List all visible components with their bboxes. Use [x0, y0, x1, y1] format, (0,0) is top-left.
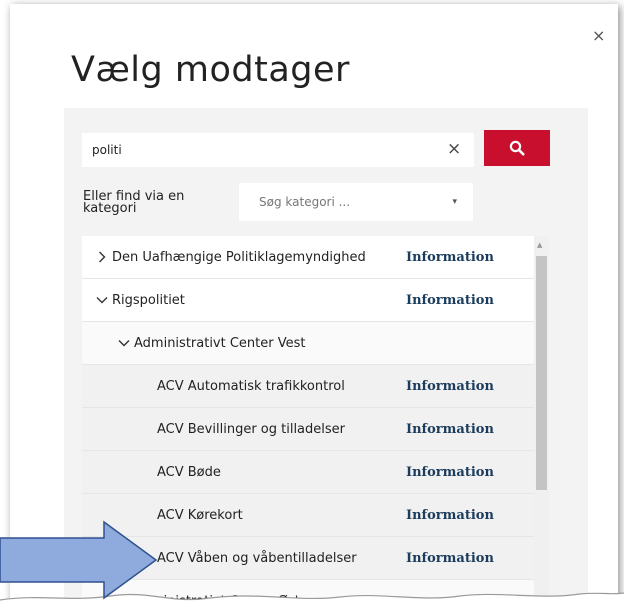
close-icon[interactable]: × [592, 26, 605, 45]
information-link[interactable]: Information [406, 422, 494, 437]
list-item[interactable]: Den Uafhængige Politiklagemyndighed Info… [82, 236, 534, 279]
information-link[interactable]: Information [406, 465, 494, 480]
list-item-label: ACV Våben og våbentilladelser [157, 550, 357, 566]
search-button[interactable] [484, 130, 550, 166]
list-item-label: ACV Kørekort [157, 507, 243, 523]
search-icon [509, 140, 525, 156]
category-placeholder: Søg kategori ... [259, 195, 351, 209]
list-item-label: ACV Automatisk trafikkontrol [157, 378, 345, 394]
list-item-label: Rigspolitiet [112, 292, 185, 308]
list-item[interactable]: ACV Bøde Information [82, 451, 534, 494]
chevron-down-icon [96, 297, 108, 304]
list-item-label: ACV Bevillinger og tilladelser [157, 421, 346, 437]
information-link[interactable]: Information [406, 250, 494, 265]
list-item[interactable]: Administrativt Center Vest [82, 322, 534, 365]
search-input[interactable] [82, 133, 474, 167]
list-item[interactable]: Rigspolitiet Information [82, 279, 534, 322]
information-link[interactable]: Information [406, 293, 494, 308]
pointer-arrow-icon [0, 520, 158, 600]
scrollbar-thumb[interactable] [536, 256, 547, 490]
information-link[interactable]: Information [406, 379, 494, 394]
list-item-label: Den Uafhængige Politiklagemyndighed [112, 249, 366, 265]
category-select[interactable]: Søg kategori ... ▾ [239, 183, 473, 221]
list-item-label: Administrativt Center Vest [134, 335, 306, 351]
list-item-label: ACV Bøde [157, 464, 221, 480]
chevron-down-icon: ▾ [452, 197, 457, 207]
list-item[interactable]: ACV Bevillinger og tilladelser Informati… [82, 408, 534, 451]
dialog-title: Vælg modtager [71, 50, 350, 90]
chevron-down-icon [118, 340, 130, 347]
clear-icon[interactable]: × [447, 139, 461, 159]
chevron-right-icon [99, 251, 106, 263]
list-scrollbar[interactable]: ▲ [534, 236, 549, 616]
list-item[interactable]: ACV Automatisk trafikkontrol Information [82, 365, 534, 408]
information-link[interactable]: Information [406, 551, 494, 566]
information-link[interactable]: Information [406, 508, 494, 523]
scroll-up-icon[interactable]: ▲ [537, 241, 542, 249]
category-label: Eller find via en kategori [83, 189, 185, 216]
